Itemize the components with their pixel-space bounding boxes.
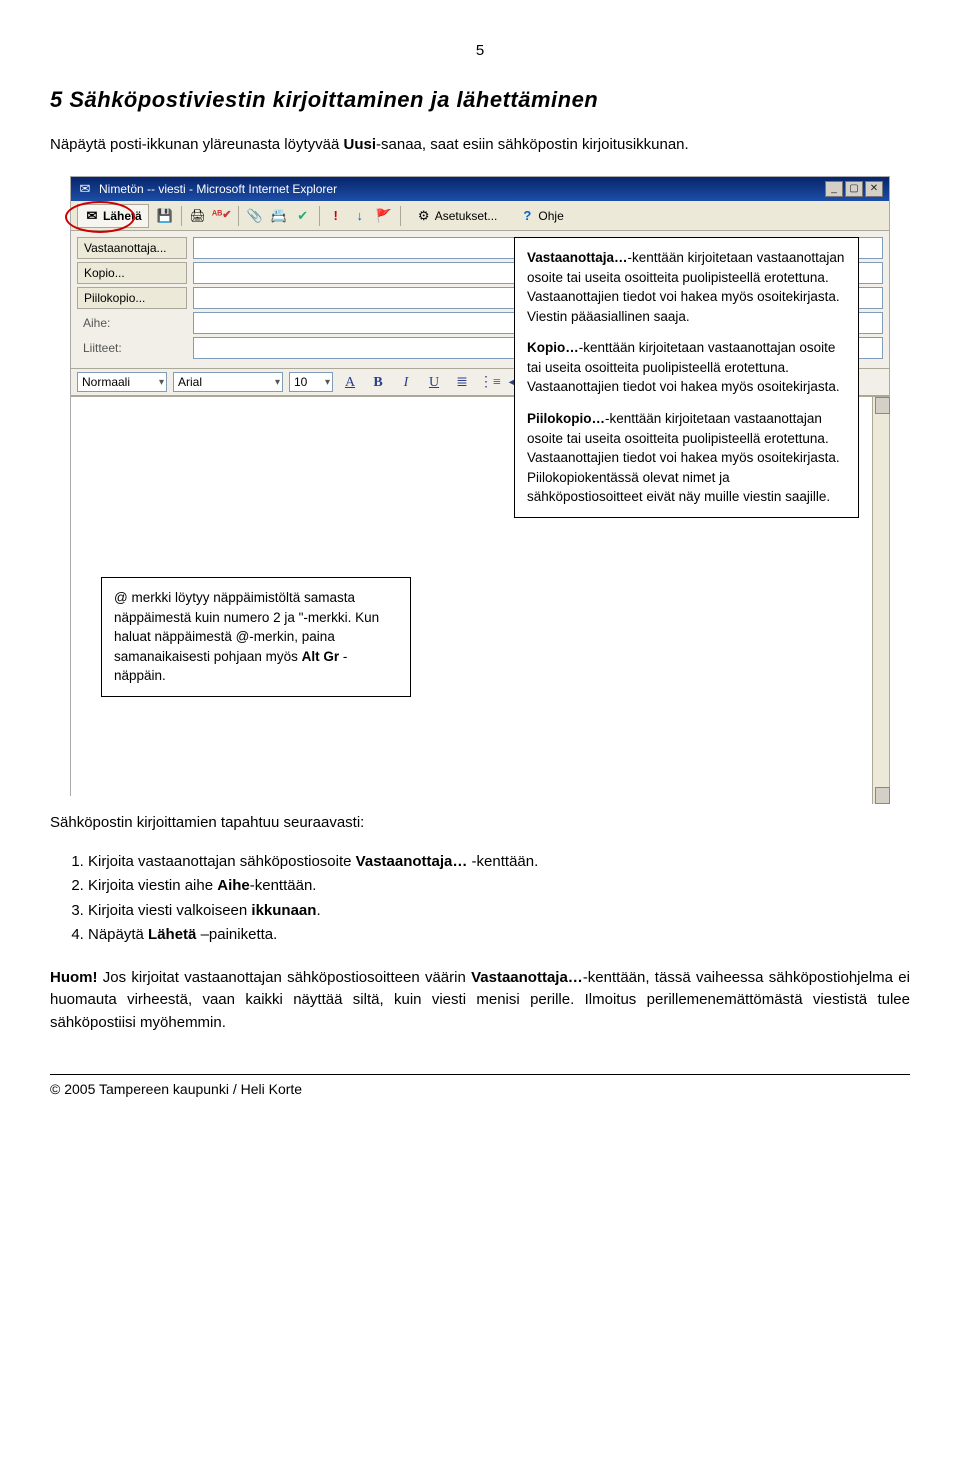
- style-select[interactable]: Normaali: [77, 372, 167, 392]
- intro-text-pre: Näpäytä posti-ikkunan yläreunasta löytyv…: [50, 136, 344, 153]
- spellcheck-icon[interactable]: ᴬᴮ✔: [214, 208, 230, 224]
- copyright-footer: © 2005 Tampereen kaupunki / Heli Korte: [50, 1075, 910, 1100]
- attach-label: Liitteet:: [77, 339, 187, 357]
- settings-label: Asetukset...: [435, 207, 498, 225]
- bcc-button[interactable]: Piilokopio...: [77, 287, 187, 309]
- step4-pre: Näpäytä: [88, 926, 148, 943]
- intro-text-post: -sanaa, saat esiin sähköpostin kirjoitus…: [376, 136, 689, 153]
- attach-icon[interactable]: 📎: [247, 208, 263, 224]
- number-list-button[interactable]: ⋮≡: [479, 372, 501, 392]
- cc-button[interactable]: Kopio...: [77, 262, 187, 284]
- underline-button[interactable]: U: [423, 372, 445, 392]
- callout-at-key: @ merkki löytyy näppäimistöltä samasta n…: [101, 577, 411, 697]
- step2-bold: Aihe: [217, 877, 250, 894]
- step3-bold: ikkunaan: [251, 902, 316, 919]
- steps-lead: Sähköpostin kirjoittamien tapahtuu seura…: [50, 812, 910, 835]
- embedded-screenshot: ✉ Nimetön -- viesti - Microsoft Internet…: [70, 176, 890, 796]
- page-number: 5: [50, 40, 910, 63]
- callout-fields: Vastaanottaja…-kenttään kirjoitetaan vas…: [514, 237, 859, 518]
- step4-post: –painiketta.: [196, 926, 277, 943]
- step2-pre: Kirjoita viestin aihe: [88, 877, 217, 894]
- toolbar-separator: [400, 206, 401, 226]
- addressbook-icon[interactable]: 📇: [271, 208, 287, 224]
- steps-list: Kirjoita vastaanottajan sähköpostiosoite…: [74, 851, 910, 947]
- step3-pre: Kirjoita viesti valkoiseen: [88, 902, 251, 919]
- priority-low-icon[interactable]: ↓: [352, 208, 368, 224]
- huom-label: Huom!: [50, 969, 98, 986]
- step1-bold: Vastaanottaja…: [356, 853, 468, 870]
- maximize-button[interactable]: ▢: [845, 181, 863, 197]
- huom-mid: Jos kirjoitat vastaanottajan sähköpostio…: [98, 969, 472, 986]
- window-title: Nimetön -- viesti - Microsoft Internet E…: [99, 180, 337, 198]
- section-heading: 5 Sähköpostiviestin kirjoittaminen ja lä…: [50, 83, 910, 116]
- compose-toolbar: ✉ Lähetä 💾 🖨 ᴬᴮ✔ 📎 📇 ✔ ! ↓ 🚩 ⚙ Asetukset…: [71, 201, 889, 231]
- step-1: Kirjoita vastaanottajan sähköpostiosoite…: [88, 851, 910, 874]
- intro-bold: Uusi: [344, 136, 377, 153]
- fontcolor-button[interactable]: A: [339, 372, 361, 392]
- fontsize-select[interactable]: 10: [289, 372, 333, 392]
- to-button[interactable]: Vastaanottaja...: [77, 237, 187, 259]
- flag-icon[interactable]: 🚩: [376, 208, 392, 224]
- help-button[interactable]: ? Ohje: [512, 204, 570, 228]
- step4-bold: Lähetä: [148, 926, 196, 943]
- send-label: Lähetä: [103, 207, 142, 225]
- intro-paragraph: Näpäytä posti-ikkunan yläreunasta löytyv…: [50, 134, 910, 157]
- save-icon[interactable]: 💾: [157, 208, 173, 224]
- gear-icon: ⚙: [416, 208, 432, 224]
- toolbar-separator: [181, 206, 182, 226]
- callout-cc-bold: Kopio…: [527, 340, 579, 355]
- callout-to-bold: Vastaanottaja…: [527, 250, 628, 265]
- subject-label: Aihe:: [77, 314, 187, 332]
- priority-high-icon[interactable]: !: [328, 208, 344, 224]
- step-4: Näpäytä Lähetä –painiketta.: [88, 924, 910, 947]
- italic-button[interactable]: I: [395, 372, 417, 392]
- huom-field-bold: Vastaanottaja…: [471, 969, 583, 986]
- window-titlebar: ✉ Nimetön -- viesti - Microsoft Internet…: [71, 177, 889, 201]
- step-3: Kirjoita viesti valkoiseen ikkunaan.: [88, 900, 910, 923]
- help-icon: ?: [519, 208, 535, 224]
- send-button[interactable]: ✉ Lähetä: [77, 204, 149, 228]
- callout-at-bold: Alt Gr: [302, 649, 340, 664]
- callout-bcc-bold: Piilokopio…: [527, 411, 605, 426]
- note-paragraph: Huom! Jos kirjoitat vastaanottajan sähkö…: [50, 967, 910, 1035]
- scrollbar[interactable]: [872, 397, 889, 804]
- bold-button[interactable]: B: [367, 372, 389, 392]
- minimize-button[interactable]: _: [825, 181, 843, 197]
- bullet-list-button[interactable]: ≣: [451, 372, 473, 392]
- step3-post: .: [316, 902, 320, 919]
- mail-icon: ✉: [77, 181, 93, 197]
- help-label: Ohje: [538, 207, 563, 225]
- step1-post: -kenttään.: [467, 853, 538, 870]
- toolbar-separator: [238, 206, 239, 226]
- step1-pre: Kirjoita vastaanottajan sähköpostiosoite: [88, 853, 356, 870]
- checknames-icon[interactable]: ✔: [295, 208, 311, 224]
- close-button[interactable]: ✕: [865, 181, 883, 197]
- toolbar-separator: [319, 206, 320, 226]
- font-select[interactable]: Arial: [173, 372, 283, 392]
- send-icon: ✉: [84, 208, 100, 224]
- step2-post: -kenttään.: [250, 877, 317, 894]
- step-2: Kirjoita viestin aihe Aihe-kenttään.: [88, 875, 910, 898]
- settings-button[interactable]: ⚙ Asetukset...: [409, 204, 505, 228]
- print-icon[interactable]: 🖨: [190, 208, 206, 224]
